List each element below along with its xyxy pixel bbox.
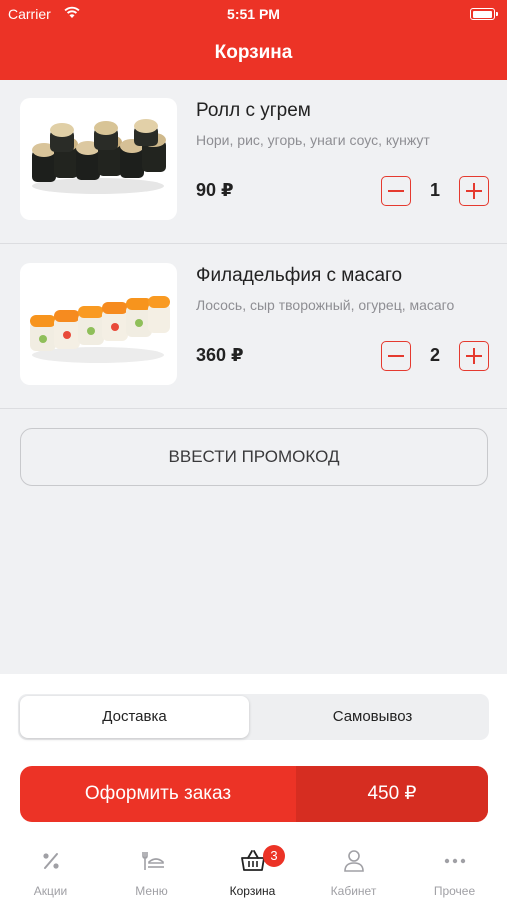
- tab-bar: Акции Меню Корзина Кабинет Прочее: [0, 834, 507, 900]
- tab-account[interactable]: Кабинет: [303, 834, 404, 900]
- cart-item: Ролл с угрем Нори, рис, угорь, унаги соу…: [0, 80, 507, 244]
- page-title: Корзина: [0, 28, 507, 80]
- percent-icon: [43, 853, 59, 869]
- battery-icon: [470, 8, 498, 20]
- checkout-button[interactable]: Оформить заказ 450 ₽: [20, 766, 488, 822]
- eel-roll-image: [20, 98, 177, 220]
- tab-menu[interactable]: Меню: [101, 834, 202, 900]
- item-quantity: 1: [429, 180, 440, 200]
- item-description: Лосось, сыр творожный, огурец, масаго: [196, 297, 455, 313]
- checkout-label: Оформить заказ: [84, 783, 232, 804]
- tab-label: Корзина: [229, 884, 276, 898]
- basket-icon: [241, 850, 265, 871]
- delivery-option-delivery[interactable]: Доставка: [20, 696, 249, 738]
- tab-more[interactable]: Прочее: [404, 834, 505, 900]
- clock: 5:51 PM: [227, 6, 280, 22]
- decrease-quantity-button[interactable]: [381, 341, 411, 371]
- item-name: Филадельфия с масаго: [196, 265, 403, 286]
- tab-label: Кабинет: [330, 884, 377, 898]
- item-name: Ролл с угрем: [196, 100, 311, 121]
- decrease-quantity-button[interactable]: [381, 176, 411, 206]
- menu-icon: [142, 852, 164, 870]
- tab-label: Прочее: [433, 884, 476, 898]
- cart-item: Филадельфия с масаго Лосось, сыр творожн…: [0, 245, 507, 409]
- promo-code-button[interactable]: ВВЕСТИ ПРОМОКОД: [20, 428, 488, 486]
- philadelphia-roll-image: [20, 263, 177, 385]
- tab-label: Меню: [135, 884, 168, 898]
- increase-quantity-button[interactable]: [459, 176, 489, 206]
- cart-count-badge: 3: [263, 845, 285, 867]
- delivery-option-pickup[interactable]: Самовывоз: [258, 696, 487, 738]
- status-bar: Carrier 5:51 PM: [0, 0, 507, 28]
- increase-quantity-button[interactable]: [459, 341, 489, 371]
- item-price: 360 ₽: [196, 345, 244, 365]
- item-description: Нори, рис, угорь, унаги соус, кунжут: [196, 132, 430, 148]
- user-icon: [344, 850, 364, 872]
- order-total: 450 ₽: [296, 766, 488, 822]
- more-icon: [444, 858, 466, 864]
- tab-cart[interactable]: Корзина: [202, 834, 303, 900]
- item-quantity: 2: [429, 345, 440, 365]
- delivery-type-selector: Доставка Самовывоз: [18, 694, 489, 740]
- tab-label: Акции: [33, 884, 68, 898]
- item-price: 90 ₽: [196, 180, 234, 200]
- tab-promotions[interactable]: Акции: [0, 834, 101, 900]
